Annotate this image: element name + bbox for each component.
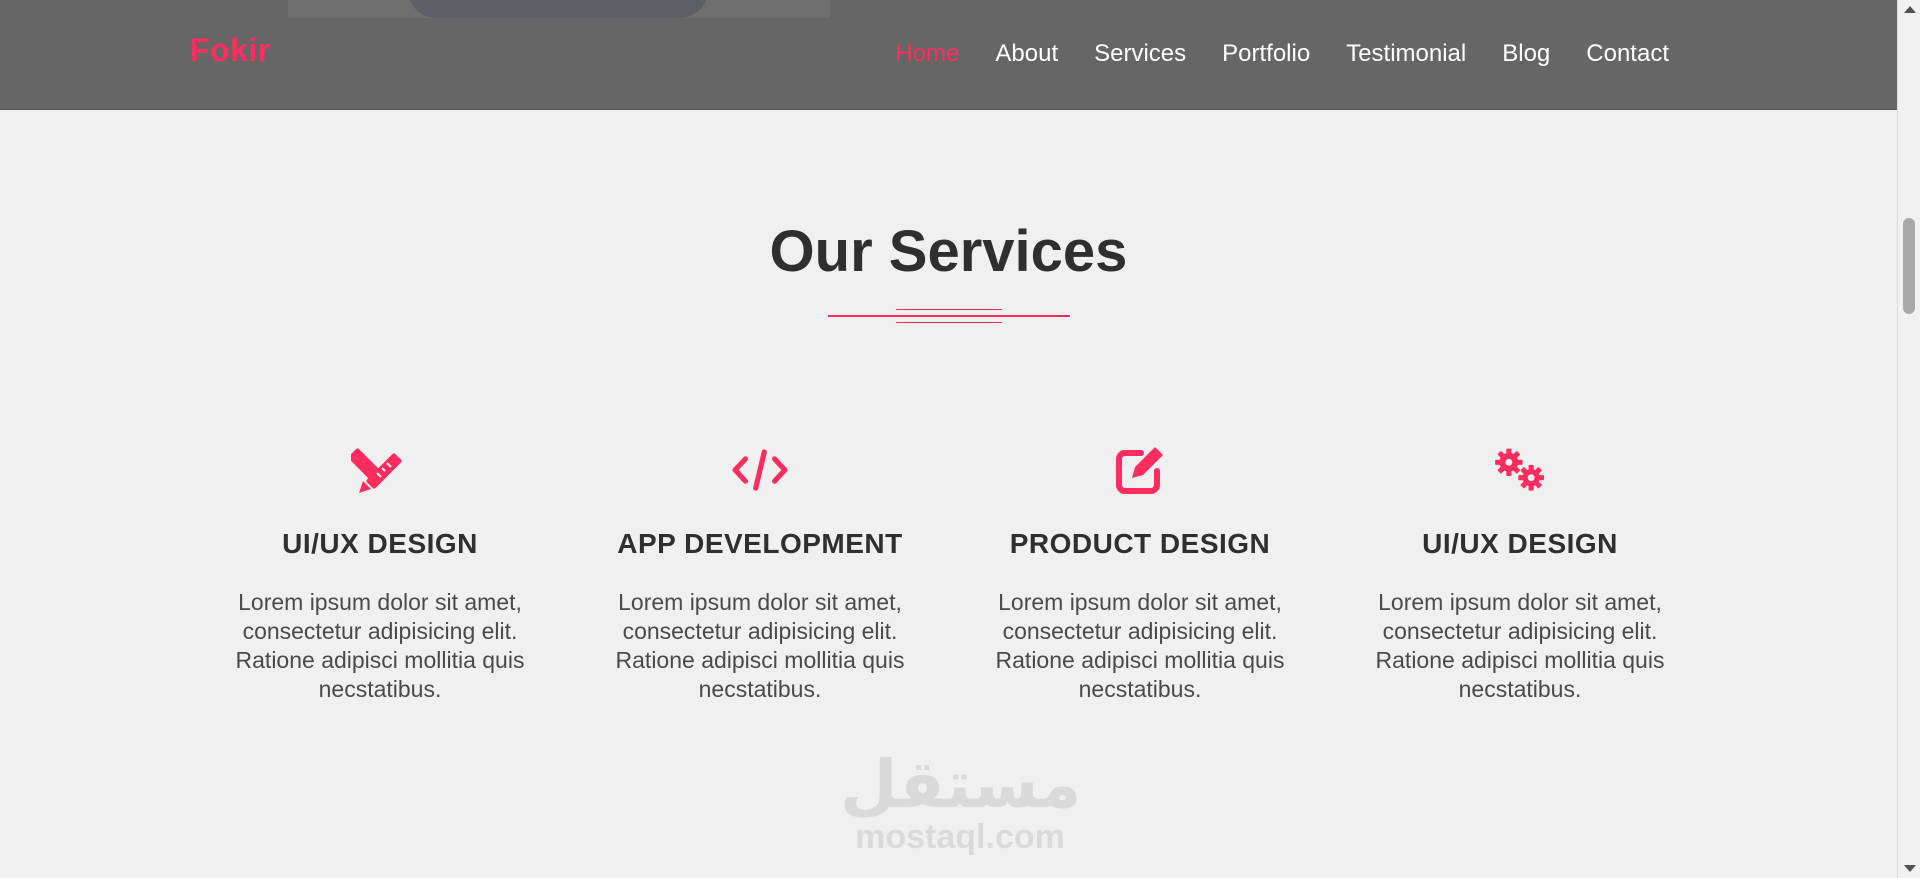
watermark-logo: مستقل mostaql.com [840, 746, 1082, 856]
service-title: PRODUCT DESIGN [1009, 528, 1271, 559]
edit-icon [1110, 440, 1170, 500]
brand-logo[interactable]: Fokir [190, 32, 271, 69]
service-description: Lorem ipsum dolor sit amet, consectetur … [995, 589, 1285, 702]
service-title: APP DEVELOPMENT [617, 528, 903, 559]
code-icon [730, 440, 790, 500]
nav-item-home[interactable]: Home [895, 40, 959, 68]
scroll-down-icon[interactable] [1904, 865, 1916, 872]
service-card: UI/UX DESIGN Lorem ipsum dolor sit amet,… [190, 440, 570, 704]
cogs-icon [1490, 440, 1550, 500]
service-description: Lorem ipsum dolor sit amet, consectetur … [615, 589, 905, 702]
hero-image-edge [288, 0, 830, 18]
nav-item-portfolio[interactable]: Portfolio [1222, 40, 1310, 68]
service-description: Lorem ipsum dolor sit amet, consectetur … [1375, 589, 1665, 702]
scroll-up-icon[interactable] [1904, 6, 1916, 13]
scrollbar-thumb[interactable] [1903, 218, 1915, 314]
service-card: PRODUCT DESIGN Lorem ipsum dolor sit ame… [950, 440, 1330, 704]
service-card: APP DEVELOPMENT Lorem ipsum dolor sit am… [570, 440, 950, 704]
pencil-ruler-icon [350, 440, 410, 500]
service-card: UI/UX DESIGN Lorem ipsum dolor sit amet,… [1330, 440, 1710, 704]
service-description: Lorem ipsum dolor sit amet, consectetur … [235, 589, 525, 702]
services-grid: UI/UX DESIGN Lorem ipsum dolor sit amet,… [190, 440, 1710, 704]
title-divider [828, 306, 1070, 326]
watermark-latin: mostaql.com [855, 818, 1065, 856]
page-scrollbar[interactable] [1897, 0, 1920, 878]
main-nav: Home About Services Portfolio Testimonia… [859, 40, 1669, 68]
service-title: UI/UX DESIGN [1422, 528, 1618, 559]
nav-item-contact[interactable]: Contact [1586, 40, 1669, 68]
nav-item-services[interactable]: Services [1094, 40, 1186, 68]
nav-item-about[interactable]: About [995, 40, 1058, 68]
nav-item-testimonial[interactable]: Testimonial [1346, 40, 1466, 68]
watermark-arabic: مستقل [840, 746, 1082, 823]
header-navbar: Fokir Home About Services Portfolio Test… [0, 0, 1897, 110]
nav-item-blog[interactable]: Blog [1502, 40, 1550, 68]
section-title: Our Services [769, 219, 1128, 284]
service-title: UI/UX DESIGN [282, 528, 478, 559]
